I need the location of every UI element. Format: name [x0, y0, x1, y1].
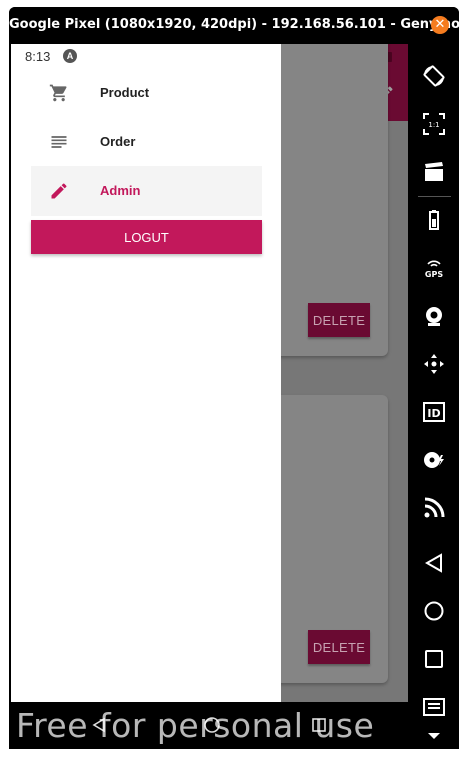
menu-icon[interactable]: [422, 695, 446, 719]
battery-icon[interactable]: [422, 208, 446, 232]
back-icon[interactable]: [422, 551, 446, 575]
drawer-item-order[interactable]: Order: [31, 117, 262, 167]
webcam-icon[interactable]: [422, 304, 446, 328]
svg-text:1:1: 1:1: [428, 121, 439, 129]
logout-button[interactable]: LOGUT: [31, 220, 262, 254]
emulator-window: Google Pixel (1080x1920, 420dpi) - 192.1…: [9, 7, 459, 749]
home-icon[interactable]: [422, 599, 446, 623]
window-titlebar: Google Pixel (1080x1920, 420dpi) - 192.1…: [9, 7, 459, 43]
watermark: Free for personal use: [16, 706, 375, 745]
delete-button[interactable]: DELETE: [308, 630, 370, 664]
list-icon: [51, 136, 67, 148]
screen-capture-icon[interactable]: [422, 160, 446, 184]
drawer-item-label: Admin: [100, 183, 141, 198]
window-title: Google Pixel (1080x1920, 420dpi) - 192.1…: [9, 17, 459, 32]
rotate-icon[interactable]: [422, 64, 446, 88]
svg-text:ID: ID: [427, 407, 440, 420]
move-icon[interactable]: [422, 352, 446, 376]
navigation-drawer: 8:13 A Product Order Admin LOGUT: [11, 44, 281, 702]
gps-icon[interactable]: GPS: [422, 256, 446, 280]
drawer-item-label: Order: [100, 134, 136, 149]
svg-text:GPS: GPS: [425, 270, 443, 279]
emulator-toolbar: 1:1 GPS ID: [410, 44, 459, 749]
drawer-item-label: Product: [100, 85, 150, 100]
drawer-item-admin[interactable]: Admin: [31, 166, 262, 216]
status-time: 8:13: [25, 49, 51, 64]
device-screen: DELETE DELETE 8:13 A Product Order Admin…: [11, 44, 408, 702]
toolbar-divider: [418, 196, 451, 197]
disk-io-icon[interactable]: [422, 448, 446, 472]
delete-button[interactable]: DELETE: [308, 303, 370, 337]
cast-icon[interactable]: [422, 496, 446, 520]
pixel-perfect-icon[interactable]: 1:1: [422, 112, 446, 136]
recent-apps-icon[interactable]: [422, 647, 446, 671]
cart-icon: [49, 84, 67, 102]
close-button[interactable]: ✕: [431, 16, 449, 34]
chevron-down-icon[interactable]: [422, 727, 446, 745]
notification-app-icon: A: [63, 49, 77, 63]
device-id-icon[interactable]: ID: [422, 400, 446, 424]
pencil-icon: [51, 183, 67, 199]
drawer-item-product[interactable]: Product: [31, 68, 262, 118]
